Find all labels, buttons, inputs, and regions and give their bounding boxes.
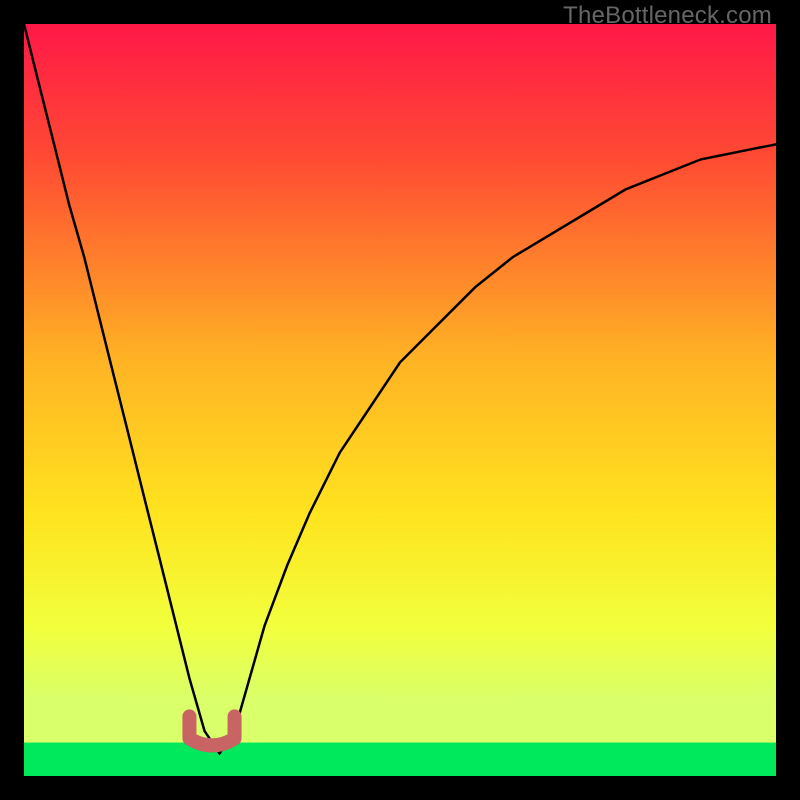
bottleneck-chart xyxy=(24,24,776,776)
chart-background-gradient xyxy=(24,24,776,776)
chart-frame xyxy=(24,24,776,776)
